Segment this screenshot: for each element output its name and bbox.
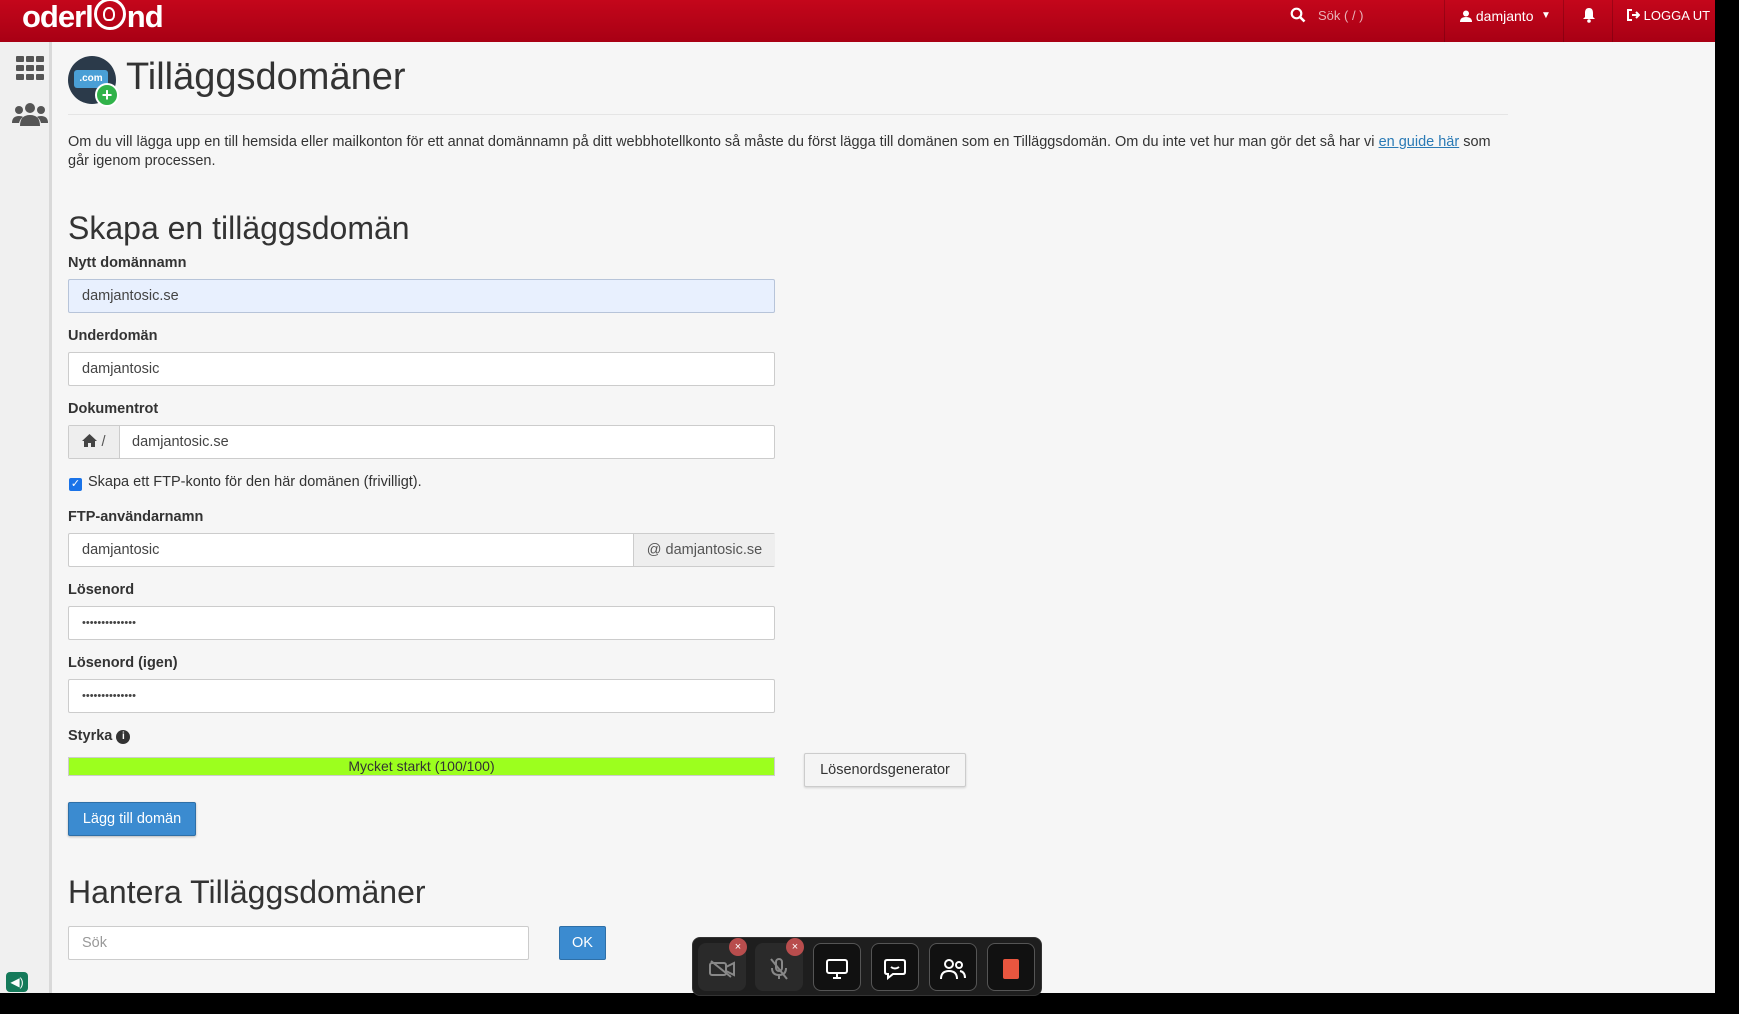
page-title: Tilläggsdomäner bbox=[126, 56, 406, 98]
strength-meter: Mycket starkt (100/100) bbox=[68, 757, 775, 776]
strength-label: Styrka bbox=[68, 728, 113, 744]
guide-link[interactable]: en guide här bbox=[1379, 134, 1460, 150]
home-icon bbox=[82, 434, 98, 447]
new-domain-input[interactable]: damjantosic.se bbox=[68, 279, 775, 313]
participants-button[interactable] bbox=[929, 943, 977, 991]
manage-section-heading: Hantera Tilläggsdomäner bbox=[68, 874, 426, 910]
separator bbox=[1444, 0, 1445, 42]
search-ok-button[interactable]: OK bbox=[559, 926, 606, 960]
meeting-toolbar: × × bbox=[692, 937, 1042, 996]
password-label: Lösenord bbox=[68, 582, 135, 598]
docroot-slash: / bbox=[101, 434, 106, 450]
docroot-field: / damjantosic.se bbox=[68, 425, 775, 459]
monitor-icon bbox=[826, 958, 848, 979]
cpanel-window: oderl nd Sök ( / ) damjanto ▼ LOGGA UT ◀… bbox=[0, 0, 1715, 993]
addon-domain-icon: .com + bbox=[68, 56, 119, 107]
username-label: damjanto bbox=[1475, 8, 1534, 24]
password-input[interactable]: •••••••••••••• bbox=[68, 606, 775, 640]
share-screen-button[interactable] bbox=[813, 943, 861, 991]
ftp-domain-suffix: @ damjantosic.se bbox=[633, 534, 775, 566]
logout-button[interactable]: LOGGA UT bbox=[1627, 0, 1710, 42]
create-section-heading: Skapa en tilläggsdomän bbox=[68, 210, 410, 246]
separator bbox=[1563, 0, 1564, 42]
top-bar: oderl nd Sök ( / ) damjanto ▼ LOGGA UT bbox=[0, 0, 1715, 42]
info-icon[interactable]: i bbox=[116, 730, 131, 744]
sound-icon[interactable]: ◀) bbox=[6, 972, 28, 992]
intro-body: Om du vill lägga upp en till hemsida ell… bbox=[68, 134, 1379, 150]
mic-off-button[interactable]: × bbox=[755, 938, 804, 991]
strength-label-row: Styrka i bbox=[68, 728, 131, 744]
ftp-user-input[interactable]: damjantosic bbox=[82, 534, 159, 566]
apps-grid-icon[interactable] bbox=[16, 56, 44, 80]
participants-icon bbox=[940, 958, 966, 979]
docroot-prefix: / bbox=[69, 426, 120, 458]
plus-icon: + bbox=[95, 83, 119, 107]
close-icon: × bbox=[786, 938, 804, 956]
left-rail: ◀) bbox=[0, 42, 52, 993]
logout-icon bbox=[1627, 9, 1641, 21]
ftp-checkbox-label[interactable]: Skapa ett FTP-konto för den här domänen … bbox=[88, 474, 422, 490]
users-icon[interactable] bbox=[12, 102, 48, 126]
ftp-user-field: damjantosic @ damjantosic.se bbox=[68, 533, 775, 567]
chat-icon bbox=[884, 958, 906, 980]
strength-text: Mycket starkt (100/100) bbox=[348, 758, 495, 774]
docroot-label: Dokumentrot bbox=[68, 401, 159, 417]
chevron-down-icon[interactable]: ▼ bbox=[1541, 0, 1551, 42]
search-icon[interactable] bbox=[1290, 0, 1306, 42]
password-generator-button[interactable]: Lösenordsgenerator bbox=[804, 753, 966, 787]
docroot-input[interactable]: damjantosic.se bbox=[132, 426, 229, 458]
user-menu[interactable]: damjanto bbox=[1460, 0, 1533, 42]
password-confirm-label: Lösenord (igen) bbox=[68, 655, 178, 671]
subdomain-label: Underdomän bbox=[68, 328, 158, 344]
password-confirm-input[interactable]: •••••••••••••• bbox=[68, 679, 775, 713]
leave-meeting-button[interactable] bbox=[987, 943, 1035, 991]
page-header: .com + Tilläggsdomäner bbox=[68, 54, 1508, 115]
door-exit-icon bbox=[1003, 958, 1019, 979]
bell-icon[interactable] bbox=[1582, 0, 1596, 42]
oderland-logo[interactable]: oderl nd bbox=[22, 0, 164, 35]
ftp-user-label: FTP-användarnamn bbox=[68, 509, 204, 525]
ftp-checkbox[interactable]: ✓ bbox=[69, 478, 82, 491]
add-domain-button[interactable]: Lägg till domän bbox=[68, 802, 196, 836]
camera-off-icon bbox=[709, 959, 735, 978]
separator bbox=[1612, 0, 1613, 42]
domain-search-input[interactable]: Sök bbox=[68, 926, 529, 960]
logout-label: LOGGA UT bbox=[1643, 8, 1711, 23]
close-icon: × bbox=[729, 938, 747, 956]
global-search-input[interactable]: Sök ( / ) bbox=[1318, 0, 1364, 42]
subdomain-input[interactable]: damjantosic bbox=[68, 352, 775, 386]
chat-button[interactable] bbox=[871, 943, 919, 991]
domain-label: Nytt domännamn bbox=[68, 255, 187, 271]
mic-off-icon bbox=[770, 957, 788, 980]
user-icon bbox=[1460, 10, 1472, 22]
camera-off-button[interactable]: × bbox=[698, 938, 747, 991]
intro-text: Om du vill lägga upp en till hemsida ell… bbox=[68, 133, 1508, 171]
